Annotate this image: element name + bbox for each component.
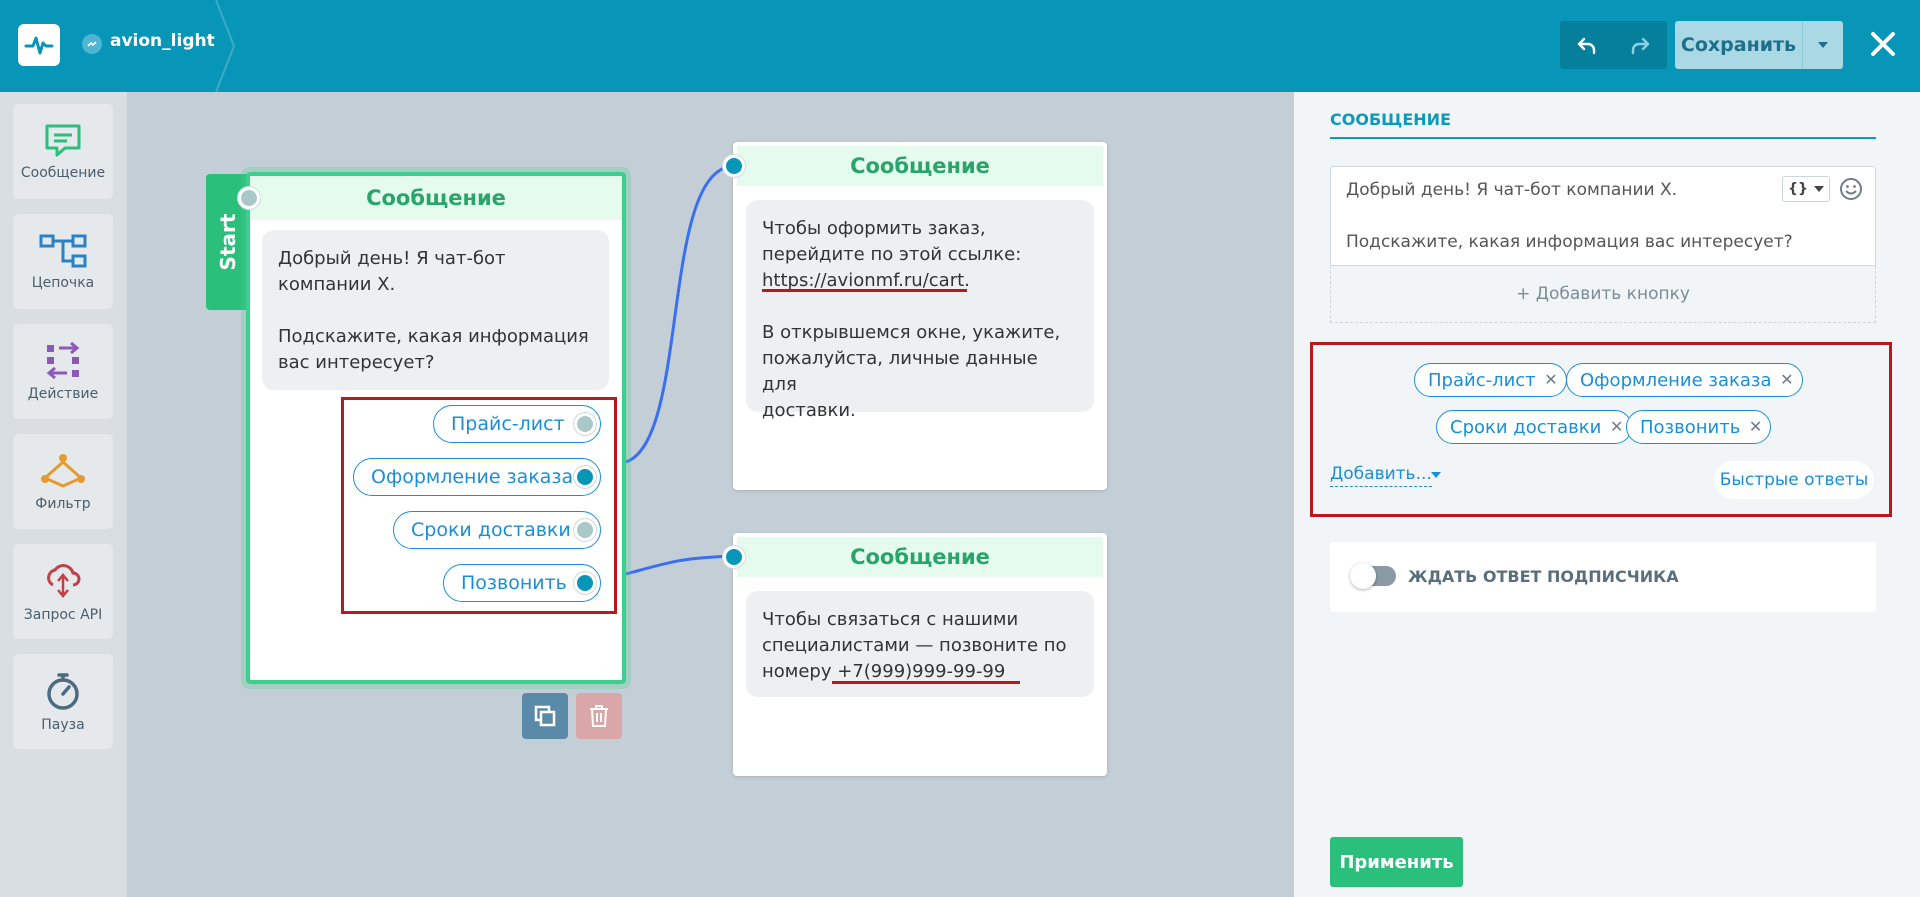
bubble-line: Чтобы оформить заказ, <box>762 218 986 239</box>
quick-reply-tag[interactable]: Прайс-лист ✕ <box>1414 363 1567 397</box>
redo-icon <box>1631 37 1649 55</box>
panel-title: СООБЩЕНИЕ <box>1330 110 1451 129</box>
close-button[interactable] <box>1866 24 1900 64</box>
copy-icon <box>534 705 556 727</box>
message-bubble: Добрый день! Я чат-бот компании Х. Подск… <box>262 230 609 390</box>
variables-icon: {} <box>1788 181 1808 197</box>
button-label: Прайс-лист <box>451 413 565 435</box>
phone-underline <box>832 681 1020 684</box>
node-input-port[interactable] <box>238 187 260 209</box>
save-button-group: Сохранить <box>1675 21 1843 69</box>
wait-reply-toggle[interactable] <box>1350 563 1396 589</box>
save-button[interactable]: Сохранить <box>1675 21 1803 69</box>
chevron-down-icon <box>1431 472 1441 478</box>
save-options-button[interactable] <box>1803 21 1843 69</box>
button-label: Оформление заказа <box>371 466 574 488</box>
node-input-port[interactable] <box>723 546 745 568</box>
emoji-icon[interactable] <box>1838 176 1864 202</box>
message-bubble: Чтобы оформить заказ, перейдите по этой … <box>746 200 1094 421</box>
node-button-call[interactable]: Позвонить <box>443 564 601 602</box>
tag-label: Сроки доставки <box>1450 416 1602 438</box>
bubble-line: специалистами — позвоните по <box>762 635 1067 656</box>
message-text-line: Добрый день! Я чат-бот компании Х. <box>1346 180 1677 200</box>
bubble-line: Подскажите, какая информация <box>278 326 589 347</box>
redo-button[interactable] <box>1613 21 1666 69</box>
chevron-down-icon <box>1813 186 1824 192</box>
chevron-down-icon <box>1818 42 1828 48</box>
remove-tag-icon[interactable]: ✕ <box>1749 417 1762 436</box>
connector-call <box>625 554 735 576</box>
quick-reply-tag[interactable]: Сроки доставки ✕ <box>1436 410 1633 444</box>
start-label: Start <box>216 213 240 271</box>
button-port[interactable] <box>574 572 596 594</box>
node-button-delivery[interactable]: Сроки доставки <box>393 511 601 549</box>
bubble-line: перейдите по этой ссылке: <box>762 244 1022 265</box>
undo-icon <box>1577 37 1595 55</box>
apply-button[interactable]: Применить <box>1330 837 1463 887</box>
remove-tag-icon[interactable]: ✕ <box>1780 370 1793 389</box>
close-icon <box>1871 32 1895 56</box>
add-quick-reply-dropdown[interactable]: Добавить... <box>1330 464 1432 487</box>
connector-order <box>625 164 735 464</box>
bubble-line: номеру <box>762 661 832 682</box>
button-label: Позвонить <box>461 572 567 594</box>
node-input-port[interactable] <box>723 155 745 177</box>
tag-label: Оформление заказа <box>1580 369 1772 391</box>
undo-button[interactable] <box>1560 21 1613 69</box>
panel-title-underline <box>1330 137 1876 139</box>
remove-tag-icon[interactable]: ✕ <box>1610 417 1623 436</box>
link-underline <box>762 289 967 292</box>
node-title: Сообщение <box>737 146 1103 186</box>
quick-replies-button[interactable]: Быстрые ответы <box>1714 461 1874 499</box>
bubble-line: В открывшемся окне, укажите, <box>762 322 1061 343</box>
node-button-price[interactable]: Прайс-лист <box>433 405 601 443</box>
tag-label: Прайс-лист <box>1428 369 1536 391</box>
wait-reply-label: ЖДАТЬ ОТВЕТ ПОДПИСЧИКА <box>1408 567 1679 586</box>
button-port[interactable] <box>574 466 596 488</box>
message-text-line: Подскажите, какая информация вас интерес… <box>1346 232 1793 252</box>
bubble-line: Добрый день! Я чат-бот <box>278 248 506 269</box>
add-label: Добавить... <box>1330 464 1432 484</box>
copy-node-button[interactable] <box>522 693 568 739</box>
quick-reply-tag[interactable]: Позвонить ✕ <box>1626 410 1772 444</box>
remove-tag-icon[interactable]: ✕ <box>1544 370 1557 389</box>
bubble-line: Чтобы связаться с нашими <box>762 609 1019 630</box>
delete-node-button[interactable] <box>576 693 622 739</box>
bubble-line: пожалуйста, личные данные для <box>762 348 1038 395</box>
node-title: Сообщение <box>737 537 1103 577</box>
add-button-link[interactable]: + Добавить кнопку <box>1330 266 1876 323</box>
bubble-line: вас интересует? <box>278 352 435 373</box>
tag-label: Позвонить <box>1640 416 1741 438</box>
button-port[interactable] <box>574 413 596 435</box>
variables-button[interactable]: {} <box>1782 176 1830 202</box>
node-button-order[interactable]: Оформление заказа <box>353 458 601 496</box>
phone-number: +7(999)999-99-99 <box>837 661 1006 682</box>
trash-icon <box>590 705 608 727</box>
button-port[interactable] <box>574 519 596 541</box>
bubble-line: доставки. <box>762 400 856 421</box>
bubble-line: компании Х. <box>278 274 396 295</box>
quick-reply-tag[interactable]: Оформление заказа ✕ <box>1566 363 1803 397</box>
node-title: Сообщение <box>250 176 622 220</box>
button-label: Сроки доставки <box>411 519 571 541</box>
undo-redo-group <box>1560 21 1667 69</box>
